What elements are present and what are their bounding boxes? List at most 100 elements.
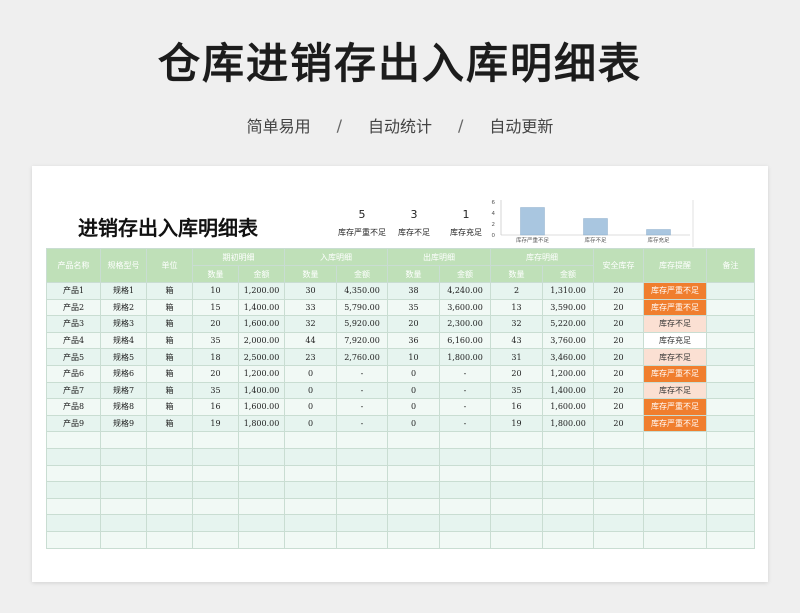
empty-cell[interactable] (490, 481, 543, 499)
cell-stk-amt[interactable]: 5,220.00 (542, 315, 594, 333)
empty-cell[interactable] (387, 514, 440, 532)
cell-in-qty[interactable]: 0 (284, 414, 337, 433)
cell-open-amt[interactable]: 2,500.00 (238, 348, 285, 366)
cell-unit[interactable]: 箱 (146, 414, 193, 433)
cell-open-amt[interactable]: 1,200.00 (238, 364, 285, 383)
cell-model[interactable]: 规格3 (100, 315, 147, 333)
empty-cell[interactable] (238, 530, 285, 549)
empty-cell[interactable] (284, 431, 337, 449)
cell-model[interactable]: 规格8 (100, 398, 147, 416)
cell-in-amt[interactable]: - (336, 414, 388, 433)
empty-cell[interactable] (387, 497, 440, 516)
empty-cell[interactable] (439, 481, 491, 499)
empty-cell[interactable] (100, 447, 147, 466)
cell-in-amt[interactable]: 4,350.00 (336, 282, 388, 300)
cell-name[interactable]: 产品1 (46, 282, 101, 300)
empty-cell[interactable] (490, 530, 543, 549)
cell-remark[interactable] (706, 381, 755, 400)
empty-cell[interactable] (192, 481, 239, 499)
cell-out-qty[interactable]: 0 (387, 414, 440, 433)
empty-cell[interactable] (706, 447, 755, 466)
cell-open-qty[interactable]: 35 (192, 331, 239, 350)
empty-cell[interactable] (439, 530, 491, 549)
empty-cell[interactable] (643, 514, 707, 532)
cell-stk-amt[interactable]: 3,760.00 (542, 331, 594, 350)
empty-cell[interactable] (542, 530, 594, 549)
cell-in-qty[interactable]: 33 (284, 298, 337, 317)
cell-stk-amt[interactable]: 1,310.00 (542, 282, 594, 300)
cell-remark[interactable] (706, 298, 755, 317)
empty-cell[interactable] (46, 481, 101, 499)
cell-stk-qty[interactable]: 32 (490, 315, 543, 333)
cell-in-qty[interactable]: 30 (284, 282, 337, 300)
empty-cell[interactable] (706, 431, 755, 449)
empty-cell[interactable] (100, 431, 147, 449)
empty-cell[interactable] (439, 497, 491, 516)
cell-remark[interactable] (706, 331, 755, 350)
empty-cell[interactable] (387, 464, 440, 483)
cell-alert[interactable]: 库存不足 (643, 315, 707, 333)
empty-cell[interactable] (643, 447, 707, 466)
empty-cell[interactable] (542, 447, 594, 466)
cell-out-amt[interactable]: 4,240.00 (439, 282, 491, 300)
cell-model[interactable]: 规格4 (100, 331, 147, 350)
empty-cell[interactable] (593, 481, 644, 499)
empty-cell[interactable] (593, 447, 644, 466)
cell-in-qty[interactable]: 0 (284, 398, 337, 416)
cell-in-qty[interactable]: 32 (284, 315, 337, 333)
cell-name[interactable]: 产品3 (46, 315, 101, 333)
cell-model[interactable]: 规格9 (100, 414, 147, 433)
empty-cell[interactable] (146, 497, 193, 516)
cell-in-qty[interactable]: 23 (284, 348, 337, 366)
cell-in-amt[interactable]: 2,760.00 (336, 348, 388, 366)
cell-stk-amt[interactable]: 3,590.00 (542, 298, 594, 317)
empty-cell[interactable] (490, 447, 543, 466)
cell-remark[interactable] (706, 398, 755, 416)
empty-cell[interactable] (387, 447, 440, 466)
cell-in-amt[interactable]: 5,790.00 (336, 298, 388, 317)
cell-out-qty[interactable]: 0 (387, 398, 440, 416)
cell-in-qty[interactable]: 0 (284, 364, 337, 383)
empty-cell[interactable] (593, 464, 644, 483)
empty-cell[interactable] (100, 481, 147, 499)
empty-cell[interactable] (284, 514, 337, 532)
cell-stk-amt[interactable]: 1,200.00 (542, 364, 594, 383)
cell-out-amt[interactable]: 2,300.00 (439, 315, 491, 333)
cell-in-amt[interactable]: 7,920.00 (336, 331, 388, 350)
empty-cell[interactable] (46, 464, 101, 483)
empty-cell[interactable] (336, 431, 388, 449)
empty-cell[interactable] (706, 514, 755, 532)
cell-out-qty[interactable]: 0 (387, 364, 440, 383)
cell-open-amt[interactable]: 1,800.00 (238, 414, 285, 433)
empty-cell[interactable] (593, 514, 644, 532)
cell-model[interactable]: 规格5 (100, 348, 147, 366)
cell-safety[interactable]: 20 (593, 414, 644, 433)
cell-name[interactable]: 产品5 (46, 348, 101, 366)
cell-unit[interactable]: 箱 (146, 298, 193, 317)
empty-cell[interactable] (146, 530, 193, 549)
cell-open-qty[interactable]: 18 (192, 348, 239, 366)
empty-cell[interactable] (336, 481, 388, 499)
cell-stk-qty[interactable]: 20 (490, 364, 543, 383)
empty-cell[interactable] (192, 530, 239, 549)
empty-cell[interactable] (192, 431, 239, 449)
empty-cell[interactable] (46, 530, 101, 549)
empty-cell[interactable] (146, 464, 193, 483)
empty-cell[interactable] (542, 464, 594, 483)
cell-unit[interactable]: 箱 (146, 315, 193, 333)
empty-cell[interactable] (146, 431, 193, 449)
cell-open-amt[interactable]: 1,600.00 (238, 398, 285, 416)
cell-model[interactable]: 规格6 (100, 364, 147, 383)
cell-safety[interactable]: 20 (593, 331, 644, 350)
cell-model[interactable]: 规格7 (100, 381, 147, 400)
cell-stk-amt[interactable]: 1,600.00 (542, 398, 594, 416)
empty-cell[interactable] (490, 464, 543, 483)
empty-cell[interactable] (336, 464, 388, 483)
cell-alert[interactable]: 库存不足 (643, 348, 707, 366)
cell-stk-qty[interactable]: 31 (490, 348, 543, 366)
empty-cell[interactable] (238, 447, 285, 466)
empty-cell[interactable] (643, 464, 707, 483)
cell-alert[interactable]: 库存严重不足 (643, 298, 707, 317)
cell-alert[interactable]: 库存充足 (643, 331, 707, 350)
empty-cell[interactable] (146, 514, 193, 532)
